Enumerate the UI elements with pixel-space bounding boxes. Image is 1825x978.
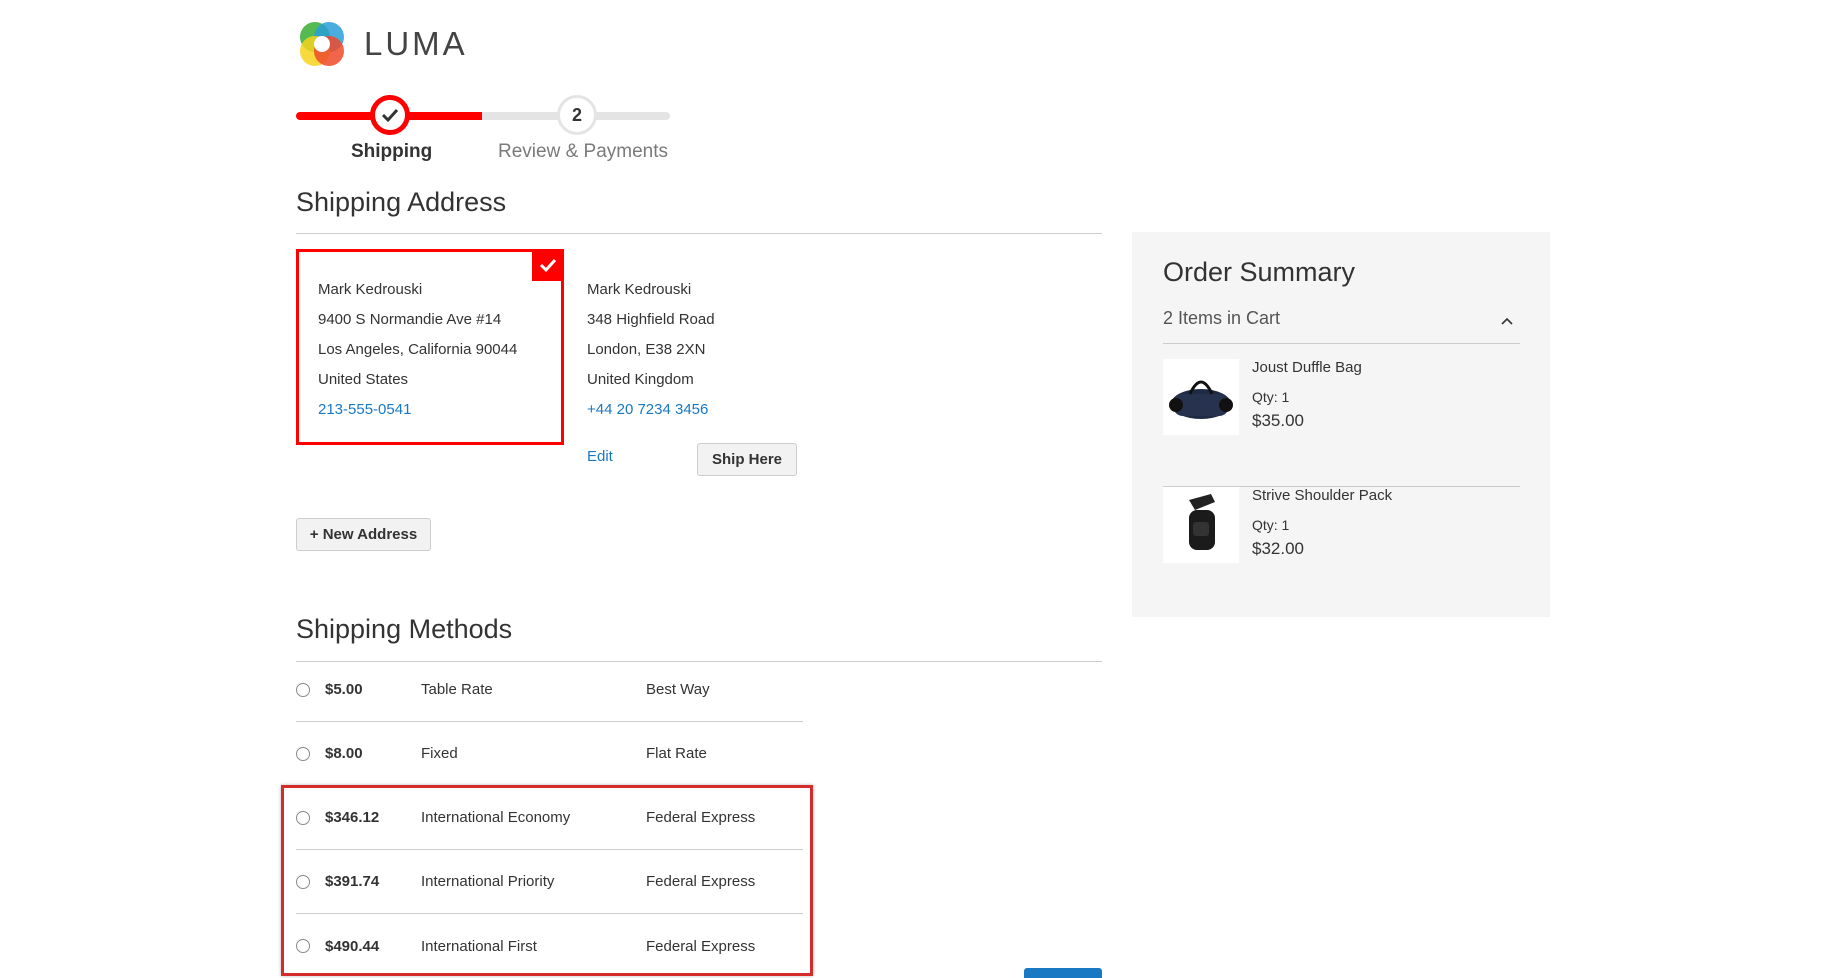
items-in-cart-label: 2 Items in Cart [1163,308,1281,328]
address-phone-link[interactable]: 213-555-0541 [318,395,561,425]
shipping-method-radio[interactable] [296,682,310,697]
address-city: London, E38 2XN [587,341,706,358]
cart-item-qty: Qty: 1 [1252,389,1290,405]
method-title: Fixed [421,745,458,762]
shipping-method-row[interactable]: $490.44 International First Federal Expr… [296,914,803,978]
address-street: 9400 S Normandie Ave #14 [318,311,502,328]
method-title: International First [421,937,537,955]
shipping-method-row[interactable]: $8.00 Fixed Flat Rate [296,722,803,786]
shipping-method-row[interactable]: $391.74 International Priority Federal E… [296,850,803,914]
shoulder-pack-thumbnail [1163,487,1239,563]
shipping-methods-title: Shipping Methods [296,614,513,644]
shipping-method-row[interactable]: $346.12 International Economy Federal Ex… [296,786,803,850]
method-title: International Economy [421,809,571,826]
address-card-selected[interactable]: Mark Kedrouski 9400 S Normandie Ave #14 … [296,249,564,445]
new-address-button[interactable]: + New Address [296,518,431,551]
checkout-progress: 2 Shipping Review & Payments [296,95,670,165]
cart-item-qty: Qty: 1 [1252,517,1290,533]
cart-item-name[interactable]: Strive Shoulder Pack [1252,487,1392,504]
divider [296,233,1102,234]
order-summary: Order Summary 2 Items in Cart Joust Duff… [1132,232,1550,617]
method-carrier: Federal Express [646,809,756,826]
brand-name: LUMA [364,25,468,62]
method-carrier: Best Way [646,681,710,698]
duffle-bag-thumbnail [1163,359,1239,435]
order-summary-title: Order Summary [1163,257,1356,287]
method-price: $8.00 [325,745,363,762]
cart-item: Strive Shoulder Pack Qty: 1 $32.00 [1163,487,1520,615]
address-name: Mark Kedrouski [587,281,692,298]
address-phone-link[interactable]: +44 20 7234 3456 [587,395,833,425]
items-in-cart-toggle[interactable]: 2 Items in Cart [1163,308,1520,344]
address-country: United Kingdom [587,371,694,388]
step-shipping-label: Shipping [351,141,433,162]
shipping-method-row[interactable]: $5.00 Table Rate Best Way [296,658,803,722]
selected-check-icon [532,249,564,281]
step-shipping-check-icon [370,95,410,135]
next-button[interactable] [1024,968,1102,978]
method-title: International Priority [421,873,555,890]
address-card-alternate: Mark Kedrouski 348 Highfield Road London… [565,249,833,445]
cart-item-price: $35.00 [1252,411,1304,430]
method-price: $5.00 [325,681,363,698]
step-review-number: 2 [557,95,597,135]
method-title: Table Rate [421,681,493,698]
address-country: United States [318,371,409,388]
cart-item-name[interactable]: Joust Duffle Bag [1252,359,1362,376]
cart-item: Joust Duffle Bag Qty: 1 $35.00 [1163,359,1520,487]
method-price: $391.74 [325,873,380,890]
address-name: Mark Kedrouski [318,281,423,298]
method-carrier: Flat Rate [646,745,707,762]
shipping-method-radio[interactable] [296,746,310,761]
ship-here-button[interactable]: Ship Here [697,443,797,476]
chevron-up-icon [1501,317,1513,325]
luma-logo-icon [300,22,344,66]
shipping-methods-table: $5.00 Table Rate Best Way $8.00 Fixed Fl… [296,658,803,978]
method-price: $346.12 [325,809,380,826]
address-street: 348 Highfield Road [587,311,715,328]
shipping-method-radio[interactable] [296,939,310,953]
method-carrier: Federal Express [646,873,756,890]
cart-item-price: $32.00 [1252,539,1304,558]
address-city: Los Angeles, California 90044 [318,341,518,358]
luma-logo[interactable]: LUMA [296,18,468,70]
step-review-label[interactable]: Review & Payments [498,141,668,163]
shipping-address-title: Shipping Address [296,187,507,217]
edit-address-link[interactable]: Edit [587,448,613,465]
method-price: $490.44 [325,937,380,955]
method-carrier: Federal Express [646,937,756,955]
shipping-method-radio[interactable] [296,810,310,825]
shipping-method-radio[interactable] [296,874,310,889]
